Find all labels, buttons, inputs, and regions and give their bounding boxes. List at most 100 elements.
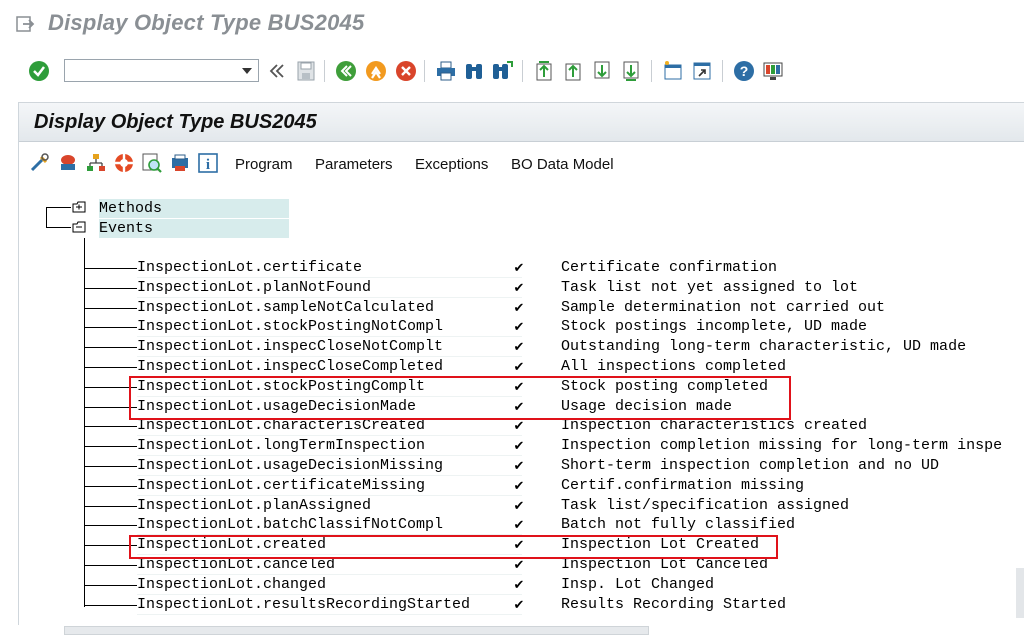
event-name: InspectionLot.resultsRecordingStarted bbox=[137, 594, 522, 615]
window-title-bar: Display Object Type BUS2045 bbox=[0, 0, 1024, 48]
event-description: Certif.confirmation missing bbox=[561, 476, 805, 494]
exit-icon[interactable] bbox=[364, 59, 388, 83]
event-name: InspectionLot.planAssigned bbox=[137, 495, 522, 516]
checkmark-icon: ✔ bbox=[513, 557, 525, 572]
event-row[interactable]: InspectionLot.longTermInspection ✔ Inspect… bbox=[137, 436, 1017, 457]
event-description: Inspection completion missing for long-t… bbox=[561, 437, 1003, 455]
event-name: InspectionLot.batchClassifNotCompl bbox=[137, 515, 522, 536]
event-name: InspectionLot.sampleNotCalculated bbox=[137, 297, 522, 318]
event-description: Task list/specification assigned bbox=[561, 496, 850, 514]
exceptions-button[interactable]: Exceptions bbox=[415, 156, 488, 173]
folder-open-icon bbox=[72, 221, 86, 233]
event-name: InspectionLot.planNotFound bbox=[137, 277, 522, 298]
main-panel: Display Object Type BUS2045 i Program Pa… bbox=[18, 102, 1024, 635]
checkmark-icon: ✔ bbox=[513, 497, 525, 513]
event-description: Task list not yet assigned to lot bbox=[561, 278, 859, 296]
event-row[interactable]: InspectionLot.inspecCloseCompleted ✔ All i… bbox=[137, 357, 1017, 377]
bo-data-model-button[interactable]: BO Data Model bbox=[511, 156, 614, 173]
event-name: InspectionLot.inspecCloseCompleted bbox=[137, 357, 522, 377]
object-icon[interactable] bbox=[57, 152, 79, 174]
back-chevrons-icon[interactable] bbox=[265, 59, 289, 83]
first-page-icon[interactable] bbox=[532, 59, 556, 83]
event-row[interactable]: InspectionLot.stockPostingNotCompl ✔ Stock… bbox=[137, 317, 1017, 338]
find-next-icon[interactable] bbox=[490, 59, 514, 83]
event-name: InspectionLot.stockPostingNotCompl bbox=[137, 317, 522, 338]
event-description: Certificate confirmation bbox=[561, 259, 778, 276]
checkmark-icon: ✔ bbox=[513, 418, 525, 434]
technical-settings-icon[interactable] bbox=[169, 152, 191, 174]
save-icon[interactable] bbox=[294, 59, 318, 83]
highlight-box-stock-usage bbox=[129, 376, 791, 420]
methods-label: Methods bbox=[99, 199, 289, 218]
event-row[interactable]: InspectionLot.inspecCloseNotComplt ✔ Outst… bbox=[137, 337, 1017, 358]
event-description: Sample determination not carried out bbox=[561, 298, 886, 316]
checkmark-icon: ✔ bbox=[513, 596, 525, 612]
parameters-button[interactable]: Parameters bbox=[315, 156, 393, 173]
event-row[interactable]: InspectionLot.batchClassifNotCompl ✔ Batch… bbox=[137, 515, 1017, 536]
enter-icon[interactable] bbox=[27, 59, 51, 83]
checkmark-icon: ✔ bbox=[513, 260, 525, 275]
event-row[interactable]: InspectionLot.usageDecisionMissing ✔ Short… bbox=[137, 456, 1017, 476]
event-name: InspectionLot.usageDecisionMissing bbox=[137, 456, 522, 476]
page-title: Display Object Type BUS2045 bbox=[34, 111, 317, 133]
event-description: Short-term inspection completion and no … bbox=[561, 457, 940, 474]
shortcut-icon[interactable] bbox=[690, 59, 714, 83]
next-page-icon[interactable] bbox=[590, 59, 614, 83]
event-row[interactable]: InspectionLot.planNotFound ✔ Task list not… bbox=[137, 277, 1017, 298]
event-row[interactable]: InspectionLot.certificateMissing ✔ Certif.… bbox=[137, 475, 1017, 496]
display-mode-icon bbox=[16, 16, 35, 32]
display-change-icon[interactable] bbox=[29, 152, 51, 174]
panel-header: Display Object Type BUS2045 bbox=[19, 102, 1024, 142]
event-row[interactable]: InspectionLot.sampleNotCalculated ✔ Sample… bbox=[137, 297, 1017, 318]
event-description: All inspections completed bbox=[561, 358, 787, 375]
svg-text:i: i bbox=[206, 157, 210, 173]
chevron-down-icon[interactable] bbox=[240, 63, 254, 78]
svg-text:?: ? bbox=[740, 63, 749, 79]
standard-toolbar: ? bbox=[0, 50, 1024, 92]
command-field[interactable] bbox=[64, 59, 259, 82]
scrollbar-track[interactable] bbox=[64, 626, 649, 635]
checkmark-icon: ✔ bbox=[513, 279, 525, 295]
event-name: InspectionLot.certificateMissing bbox=[137, 475, 522, 496]
event-description: Batch not fully classified bbox=[561, 516, 796, 534]
folder-closed-icon bbox=[72, 201, 86, 213]
checkmark-icon: ✔ bbox=[513, 339, 525, 355]
checkmark-icon: ✔ bbox=[513, 319, 525, 335]
help-icon[interactable]: ? bbox=[732, 59, 756, 83]
checkmark-icon: ✔ bbox=[513, 576, 525, 592]
program-button[interactable]: Program bbox=[235, 156, 293, 173]
print-icon[interactable] bbox=[434, 59, 458, 83]
event-row[interactable]: InspectionLot.planAssigned ✔ Task list/spe… bbox=[137, 495, 1017, 516]
event-description: Results Recording Started bbox=[561, 595, 787, 613]
customize-layout-icon[interactable] bbox=[761, 59, 785, 83]
event-description: Outstanding long-term characteristic, UD… bbox=[561, 338, 967, 356]
checkmark-icon: ✔ bbox=[513, 438, 525, 454]
where-used-icon[interactable] bbox=[141, 152, 163, 174]
event-name: InspectionLot.longTermInspection bbox=[137, 436, 522, 457]
checkmark-icon: ✔ bbox=[513, 477, 525, 493]
previous-page-icon[interactable] bbox=[561, 59, 585, 83]
last-page-icon[interactable] bbox=[619, 59, 643, 83]
checkmark-icon: ✔ bbox=[513, 359, 525, 374]
event-name: InspectionLot.changed bbox=[137, 574, 522, 595]
event-description: Insp. Lot Changed bbox=[561, 575, 715, 593]
event-description: Stock postings incomplete, UD made bbox=[561, 318, 868, 336]
checkmark-icon: ✔ bbox=[513, 458, 525, 473]
cancel-icon[interactable] bbox=[394, 59, 418, 83]
event-row[interactable]: InspectionLot.certificate ✔ Certificate co… bbox=[137, 258, 1017, 278]
find-icon[interactable] bbox=[462, 59, 486, 83]
event-row[interactable]: InspectionLot.changed ✔ Insp. Lot Changed bbox=[137, 574, 1017, 595]
info-icon[interactable]: i bbox=[197, 152, 219, 174]
event-name: InspectionLot.inspecCloseNotComplt bbox=[137, 337, 522, 358]
event-name: InspectionLot.certificate bbox=[137, 258, 522, 278]
application-toolbar: i Program Parameters Exceptions BO Data … bbox=[19, 146, 1024, 182]
events-label: Events bbox=[99, 219, 289, 238]
highlight-box-created bbox=[129, 535, 778, 559]
hierarchy-icon[interactable] bbox=[85, 152, 107, 174]
back-icon[interactable] bbox=[334, 59, 358, 83]
lifebuoy-icon[interactable] bbox=[113, 152, 135, 174]
create-session-icon[interactable] bbox=[661, 59, 685, 83]
window-title: Display Object Type BUS2045 bbox=[48, 10, 365, 35]
vertical-scrollbar[interactable] bbox=[1016, 568, 1024, 618]
event-row[interactable]: InspectionLot.resultsRecordingStarted ✔ Re… bbox=[137, 594, 1017, 615]
